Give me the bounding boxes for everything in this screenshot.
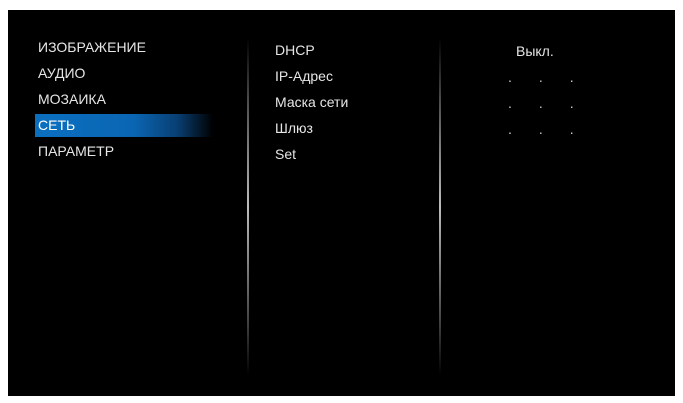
param-ip-address[interactable]: IP-Адрес bbox=[275, 68, 348, 91]
ip-address-dots: . . . bbox=[498, 69, 608, 85]
network-params: DHCP IP-Адрес Маска сети Шлюз Set bbox=[275, 42, 348, 172]
subnet-mask-value[interactable]: . . . bbox=[498, 95, 608, 118]
param-dhcp[interactable]: DHCP bbox=[275, 42, 348, 65]
mask-dot-1: . bbox=[508, 95, 512, 111]
mask-dot-2: . bbox=[538, 95, 543, 111]
gateway-dot-1: . bbox=[508, 121, 512, 137]
subnet-mask-dots: . . . bbox=[498, 95, 608, 111]
param-subnet-mask[interactable]: Маска сети bbox=[275, 94, 348, 117]
osd-menu-panel: ИЗОБРАЖЕНИЕ АУДИО МОЗАИКА СЕТЬ ПАРАМЕТР … bbox=[8, 10, 675, 396]
menu-item-audio[interactable]: АУДИО bbox=[35, 62, 213, 85]
mask-dot-3: . bbox=[569, 95, 574, 111]
gateway-dot-3: . bbox=[569, 121, 574, 137]
menu-item-tiling[interactable]: МОЗАИКА bbox=[35, 88, 213, 111]
ip-address-value[interactable]: . . . bbox=[498, 69, 608, 92]
menu-item-network[interactable]: СЕТЬ bbox=[35, 114, 213, 137]
param-gateway[interactable]: Шлюз bbox=[275, 120, 348, 143]
dhcp-value[interactable]: Выкл. bbox=[498, 43, 608, 66]
column-divider-left bbox=[247, 38, 249, 376]
ip-dot-2: . bbox=[538, 69, 543, 85]
ip-dot-1: . bbox=[508, 69, 512, 85]
menu-item-image[interactable]: ИЗОБРАЖЕНИЕ bbox=[35, 36, 213, 59]
menu-item-option[interactable]: ПАРАМЕТР bbox=[35, 140, 213, 163]
column-divider-right bbox=[439, 38, 441, 376]
ip-dot-3: . bbox=[569, 69, 574, 85]
gateway-value[interactable]: . . . bbox=[498, 121, 608, 144]
main-menu: ИЗОБРАЖЕНИЕ АУДИО МОЗАИКА СЕТЬ ПАРАМЕТР bbox=[35, 36, 213, 166]
network-values: Выкл. . . . . . . . . . bbox=[498, 43, 608, 147]
gateway-dots: . . . bbox=[498, 121, 608, 137]
param-set[interactable]: Set bbox=[275, 146, 348, 169]
gateway-dot-2: . bbox=[538, 121, 543, 137]
